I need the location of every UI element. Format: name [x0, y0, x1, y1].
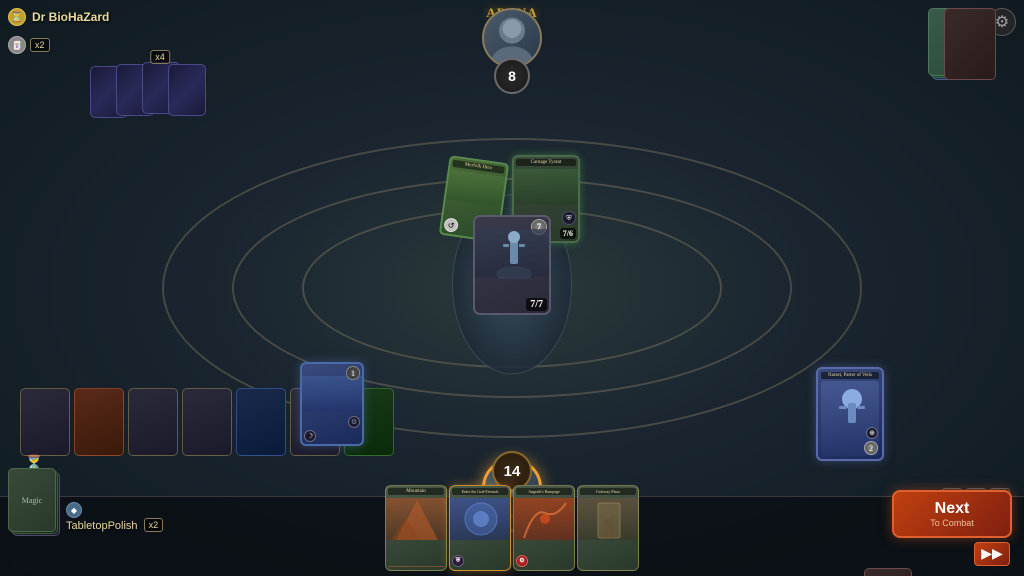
- player-name: TabletopPolish: [66, 520, 138, 532]
- hand-card-rampage-art: [514, 498, 574, 540]
- opponent-hand-count-badge: x4: [150, 50, 170, 64]
- opponent-hand-icon: 🃏: [8, 36, 26, 54]
- narset-card[interactable]: Narset, Parter of Veils 2 ⊕: [816, 367, 884, 461]
- hand-card-mountain-bar: [388, 566, 444, 567]
- hand-card-god-eternals-art: [450, 498, 510, 540]
- opp-creature-2-pt: 7/6: [560, 228, 576, 239]
- next-button-sublabel: To Combat: [918, 518, 986, 528]
- opp-creature-2-name: Carnage Tyrant: [516, 159, 576, 166]
- player-library[interactable]: ⏳ Magic: [8, 468, 60, 536]
- land-4[interactable]: [182, 388, 232, 456]
- opp-creature-1-tap-symbol: ↺: [443, 217, 459, 233]
- hand-card-rampage-symbol: ⚙: [516, 549, 528, 567]
- player-library-label: Magic: [22, 496, 42, 505]
- land-2[interactable]: [74, 388, 124, 456]
- player-creature-1-cost: 1: [346, 366, 360, 380]
- player-creature-1-symbol: ⚙: [348, 416, 360, 428]
- land-5[interactable]: [236, 388, 286, 456]
- narset-loyalty: 2: [864, 441, 878, 455]
- player-graveyard-pile: [864, 568, 912, 576]
- opponent-hand-area: 🃏 x2: [8, 36, 50, 54]
- opp-creature-1-art: [446, 169, 506, 207]
- land-1[interactable]: [20, 388, 70, 456]
- forward-icon: ▶▶: [981, 546, 1003, 563]
- forward-button[interactable]: ▶▶: [974, 542, 1010, 566]
- center-creature-pt: 7/7: [526, 298, 547, 311]
- next-button-label: Next: [918, 500, 986, 518]
- opponent-name: Dr BioHaZard: [32, 10, 109, 24]
- opp-creature-2-art: [514, 169, 578, 204]
- hand-card-mountain[interactable]: Mountain: [385, 485, 447, 571]
- hand-card-rampage-name: Angrath's Rampage: [516, 488, 572, 495]
- narset-symbol: ⊕: [866, 427, 878, 439]
- player-battlefield: ⚙ ☽ 1: [300, 362, 364, 446]
- hand-card-mountain-name: Mountain: [388, 488, 444, 495]
- opponent-timer-icon: ⏳: [8, 8, 26, 26]
- hand-card-rampage[interactable]: Angrath's Rampage ⚙: [513, 485, 575, 571]
- opponent-hand-count: x2: [30, 38, 50, 52]
- center-creature-art: [475, 229, 549, 277]
- hand-card-god-eternals-symbol1: ⛨: [452, 549, 464, 568]
- gear-icon: ⚙: [995, 12, 1009, 32]
- opp-creature-2-symbol: ⛨: [562, 211, 576, 225]
- player-name-area: ◆ TabletopPolish: [66, 502, 138, 536]
- hand-card-gateway[interactable]: Gateway Plaza: [577, 485, 639, 571]
- player-icon: ◆: [66, 502, 82, 518]
- player-creature-1-art: [302, 376, 362, 412]
- player-hand-count: x2: [144, 518, 164, 532]
- player-hand-cards: Mountain Enter the God-Eternals: [385, 485, 639, 576]
- hand-card-god-eternals-name: Enter the God-Eternals: [452, 488, 508, 495]
- game-board: ARENA ⚙ ⏳ Dr BioHaZard 🃏 x2 x4 8: [0, 0, 1024, 576]
- opp-hand-card-4: [168, 64, 206, 116]
- player-hand-count-area: x2: [144, 518, 164, 536]
- land-3[interactable]: [128, 388, 178, 456]
- hand-card-gateway-name: Gateway Plaza: [580, 488, 636, 495]
- opponent-hand-cards: x4: [90, 62, 230, 118]
- opp-graveyard-card: [944, 8, 996, 80]
- opponent-life: 8: [494, 58, 530, 94]
- opponent-info: ⏳ Dr BioHaZard: [8, 8, 109, 26]
- player-creature-1-symbol2: ☽: [304, 430, 316, 442]
- next-button[interactable]: Next To Combat: [892, 490, 1012, 538]
- hand-card-god-eternals[interactable]: Enter the God-Eternals ⛨: [449, 485, 511, 571]
- player-creature-1[interactable]: ⚙ ☽ 1: [300, 362, 364, 446]
- narset-card-name: Narset, Parter of Veils: [821, 372, 879, 379]
- player-bottom-bar: ⏳ Magic ◆ TabletopPolish x2 Mountain: [0, 496, 1024, 576]
- player-deck-area: ⏳ Magic ◆ TabletopPolish x2: [8, 468, 163, 536]
- player-library-top: Magic: [8, 468, 56, 532]
- center-creature[interactable]: 7 7/7: [473, 215, 551, 315]
- hand-card-gateway-art: [578, 498, 638, 540]
- hand-card-mountain-art: [386, 498, 446, 540]
